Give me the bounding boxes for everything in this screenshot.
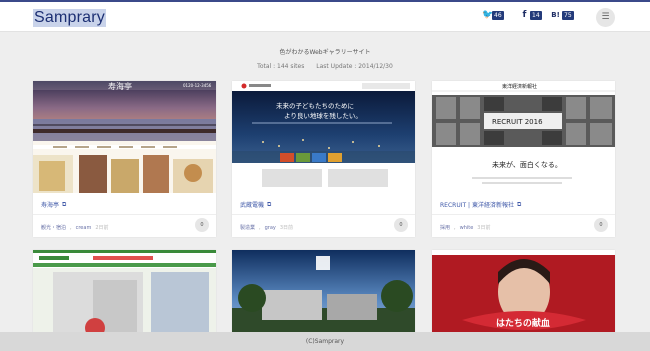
thumb-tel: 0120-12-3456 — [183, 83, 212, 88]
site-name: 武蔵電機 — [240, 202, 265, 209]
external-link-icon: ⧉ — [267, 200, 272, 208]
site-thumbnail[interactable]: 東洋経済新報社 RECRUIT 2016 未来が、面白くなる。 — [432, 81, 615, 193]
hatena-bookmark-share[interactable]: B! 75 — [550, 11, 574, 20]
gallery-card[interactable]: 寿海亭 0120-12-3456 寿海亭 ⧉ 観光・宿泊 , cream 2日前 — [33, 81, 216, 237]
site-thumbnail[interactable]: 未来の子どもたちのために より良い地球を残したい。 — [232, 81, 415, 193]
site-name: 寿海亭 — [41, 202, 60, 209]
total-sites: Total : 144 sites — [257, 63, 305, 70]
twitter-icon: 🐦 — [482, 10, 494, 20]
thumb-recruit: RECRUIT 2016 — [492, 118, 543, 126]
site-name-link[interactable]: RECRUIT | 東洋経済新報社 ⧉ — [440, 200, 522, 210]
twitter-count: 46 — [492, 11, 504, 20]
site-footer: (C)Samprary — [0, 332, 650, 351]
thumb-logo: 寿海亭 — [108, 81, 132, 91]
category-tag[interactable]: 観光・宿泊 — [41, 224, 66, 231]
color-tag[interactable]: gray — [265, 225, 276, 231]
color-tag[interactable]: cream — [76, 225, 92, 231]
thumb-header: 東洋経済新報社 — [502, 83, 537, 90]
divider — [232, 214, 415, 215]
last-update: Last Update : 2014/12/30 — [316, 63, 393, 70]
color-tag[interactable]: white — [460, 225, 474, 231]
tag-list: 観光・宿泊 , cream 2日前 — [41, 224, 109, 232]
thumb-headline: 未来の子どもたちのために — [276, 101, 354, 110]
site-header: Samprary 🐦 46 f 14 B! 75 ☰ — [0, 2, 650, 32]
tag-list: 製造業 , gray 3日前 — [240, 224, 294, 232]
like-count-button[interactable]: 0 — [195, 218, 209, 232]
site-name-link[interactable]: 寿海亭 ⧉ — [41, 200, 67, 210]
hamburger-menu-icon: ☰ — [601, 12, 610, 22]
divider — [33, 214, 216, 215]
copyright: (C)Samprary — [305, 338, 345, 345]
site-tagline: 色がわかるWebギャラリーサイト — [279, 49, 371, 56]
divider — [432, 214, 615, 215]
site-stats: Total : 144 sites Last Update : 2014/12/… — [0, 63, 650, 70]
site-thumbnail[interactable]: 寿海亭 0120-12-3456 — [33, 81, 216, 193]
site-name: RECRUIT | 東洋経済新報社 — [440, 202, 514, 209]
posted-date: 3日前 — [477, 225, 491, 231]
external-link-icon: ⧉ — [62, 200, 67, 208]
thumb-campaign-text: はたちの献血 — [496, 317, 550, 329]
site-name-link[interactable]: 武蔵電機 ⧉ — [240, 200, 272, 210]
twitter-share[interactable]: 🐦 46 — [482, 11, 504, 20]
category-tag[interactable]: 採用 — [440, 224, 450, 231]
menu-button[interactable]: ☰ — [596, 8, 615, 27]
like-count-button[interactable]: 0 — [594, 218, 608, 232]
site-logo[interactable]: Samprary — [33, 9, 106, 27]
facebook-share[interactable]: f 14 — [520, 11, 542, 20]
facebook-icon: f — [522, 10, 527, 20]
thumb-sub: より良い地球を残したい。 — [284, 111, 362, 120]
gallery-card[interactable]: 未来の子どもたちのために より良い地球を残したい。 武蔵電機 ⧉ 製造業 , g… — [232, 81, 415, 237]
hatena-bookmark-icon: B! — [551, 11, 560, 19]
posted-date: 2日前 — [95, 225, 109, 231]
like-count-button[interactable]: 0 — [394, 218, 408, 232]
thumb-tagline: 未来が、面白くなる。 — [492, 160, 562, 169]
gallery-card[interactable]: 東洋経済新報社 RECRUIT 2016 未来が、面白くなる。 RECRUIT … — [432, 81, 615, 237]
hatena-bookmark-count: 75 — [562, 11, 574, 20]
facebook-count: 14 — [530, 11, 542, 20]
category-tag[interactable]: 製造業 — [240, 224, 255, 231]
posted-date: 3日前 — [279, 225, 294, 231]
tag-list: 採用 , white 3日前 — [440, 224, 491, 232]
external-link-icon: ⧉ — [516, 200, 522, 208]
